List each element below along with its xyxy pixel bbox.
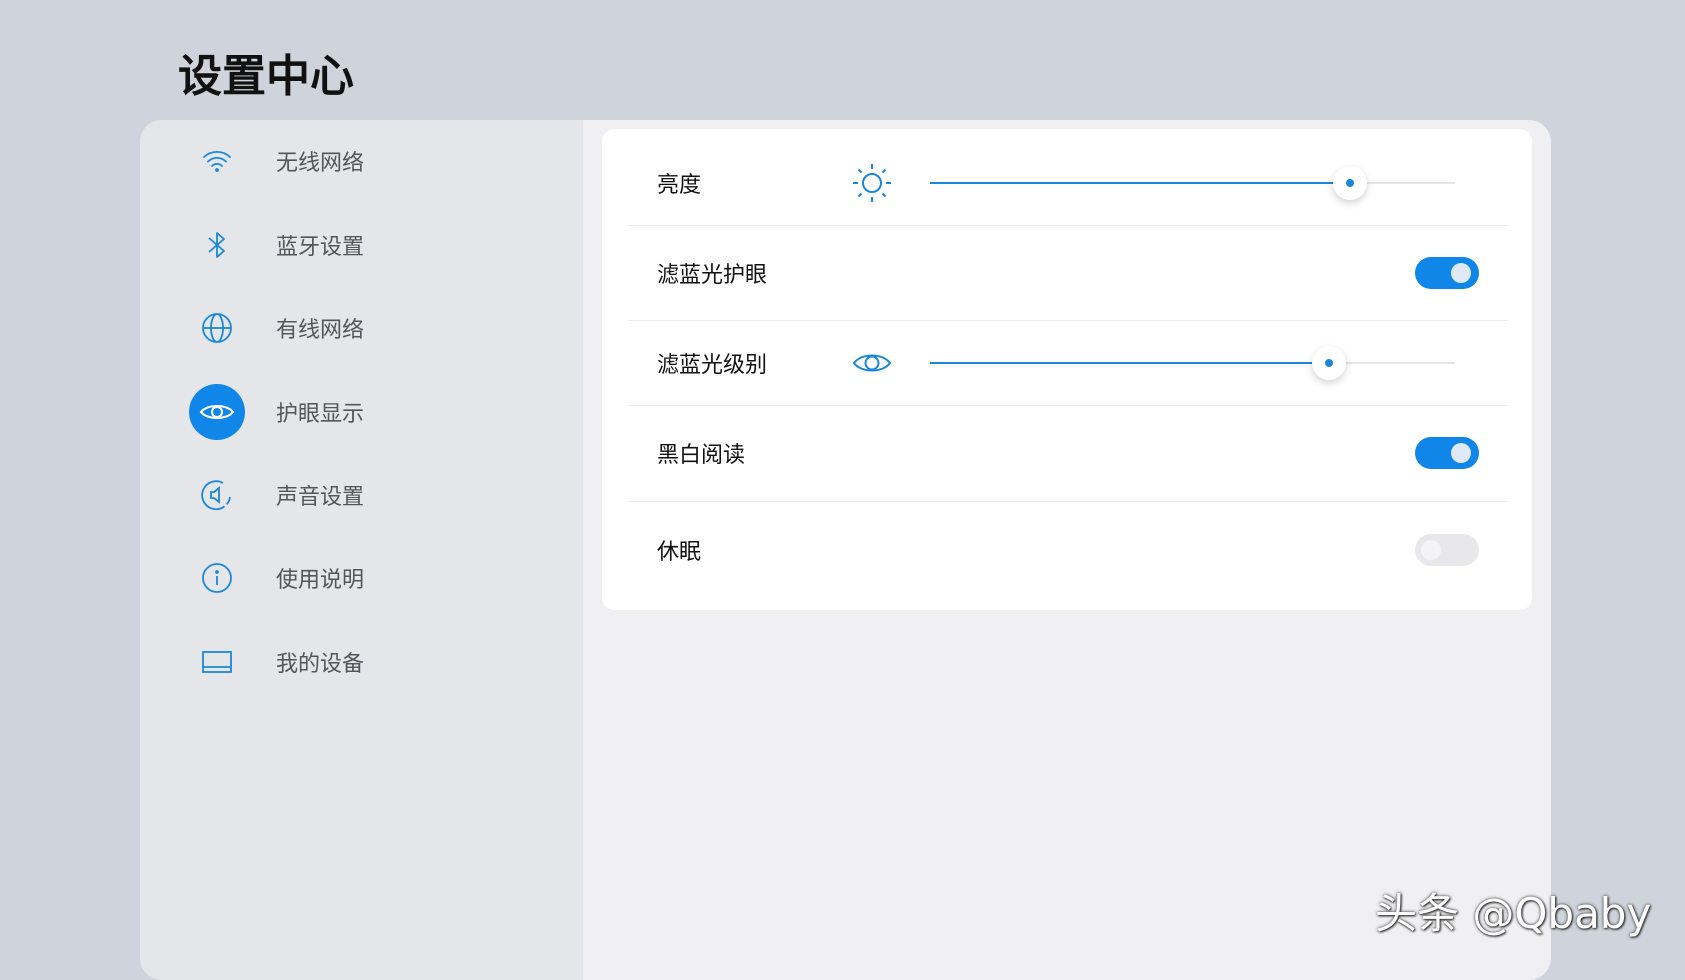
blue-filter-toggle[interactable] [1415, 257, 1479, 289]
eye-icon [850, 341, 894, 385]
blue-level-slider-thumb[interactable] [1312, 346, 1346, 380]
speaker-icon [189, 467, 245, 523]
sidebar-item-sound[interactable]: 声音设置 [140, 465, 583, 525]
sidebar-item-wifi[interactable]: 无线网络 [140, 131, 583, 191]
grayscale-row: 黑白阅读 [602, 408, 1532, 498]
watermark: 头条 @Qbaby [1375, 880, 1651, 941]
sidebar: 无线网络 蓝牙设置 有线网络 护眼显示 声音设置 使用说明 我的设备 [140, 120, 583, 980]
blue-filter-row: 滤蓝光护眼 [602, 228, 1532, 318]
grayscale-label: 黑白阅读 [657, 437, 745, 469]
divider [628, 225, 1508, 226]
device-icon [189, 634, 245, 690]
bluetooth-icon [189, 217, 245, 273]
brightness-slider[interactable] [930, 182, 1455, 184]
sidebar-item-label: 有线网络 [276, 312, 364, 344]
eye-icon [189, 384, 245, 440]
blue-level-row: 滤蓝光级别 [602, 318, 1532, 408]
sidebar-item-manual[interactable]: 使用说明 [140, 548, 583, 608]
page-title: 设置中心 [178, 40, 354, 104]
brightness-label: 亮度 [657, 167, 701, 199]
grayscale-toggle[interactable] [1415, 437, 1479, 469]
sidebar-item-label: 蓝牙设置 [276, 229, 364, 261]
sleep-toggle[interactable] [1415, 534, 1479, 566]
info-icon [189, 550, 245, 606]
sidebar-item-my-device[interactable]: 我的设备 [140, 632, 583, 692]
brightness-slider-thumb[interactable] [1333, 166, 1367, 200]
sleep-row: 休眠 [602, 505, 1532, 595]
sun-icon [850, 161, 894, 205]
brightness-row: 亮度 [602, 138, 1532, 228]
settings-card: 亮度 滤蓝光护眼 滤蓝光级别 黑白阅读 休眠 [602, 129, 1532, 610]
sidebar-item-label: 声音设置 [276, 479, 364, 511]
sidebar-item-label: 护眼显示 [276, 396, 364, 428]
sidebar-item-label: 无线网络 [276, 145, 364, 177]
blue-level-label: 滤蓝光级别 [657, 347, 767, 379]
blue-filter-label: 滤蓝光护眼 [657, 257, 767, 289]
divider [628, 501, 1508, 502]
settings-panel: 无线网络 蓝牙设置 有线网络 护眼显示 声音设置 使用说明 我的设备 亮度 [140, 120, 1551, 980]
sidebar-item-label: 使用说明 [276, 562, 364, 594]
sidebar-item-label: 我的设备 [276, 646, 364, 678]
divider [628, 405, 1508, 406]
blue-level-slider[interactable] [930, 362, 1455, 364]
sleep-label: 休眠 [657, 534, 701, 566]
wifi-icon [189, 133, 245, 189]
globe-icon [189, 300, 245, 356]
sidebar-item-wired[interactable]: 有线网络 [140, 298, 583, 358]
sidebar-item-eye-display[interactable]: 护眼显示 [140, 382, 583, 442]
sidebar-item-bluetooth[interactable]: 蓝牙设置 [140, 215, 583, 275]
